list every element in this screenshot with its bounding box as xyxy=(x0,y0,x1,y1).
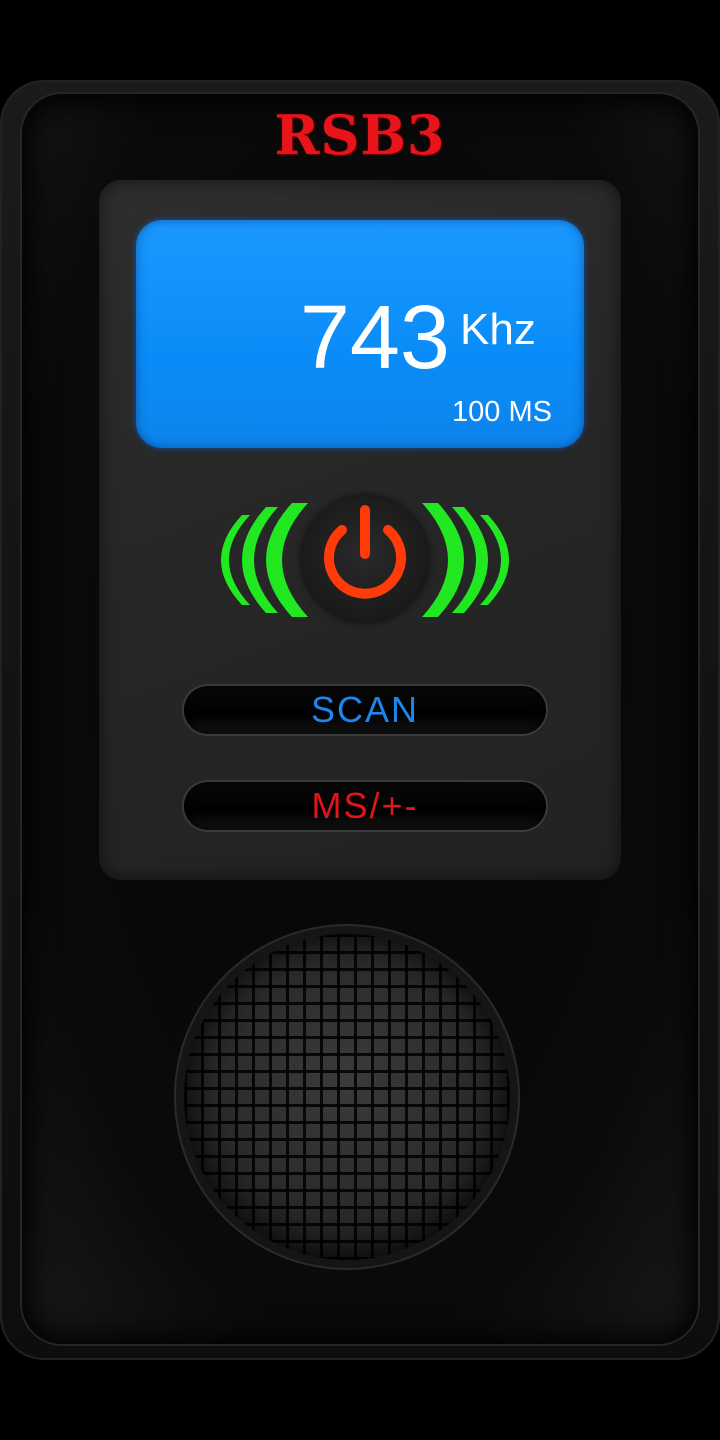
frequency-unit: Khz xyxy=(460,305,536,354)
ms-adjust-button[interactable]: MS/+- xyxy=(184,782,546,830)
power-button[interactable] xyxy=(302,496,428,622)
wave-right-3 xyxy=(422,503,464,617)
power-icon xyxy=(324,505,406,599)
scan-button[interactable]: SCAN xyxy=(184,686,546,734)
frequency-value: 743 xyxy=(299,288,450,388)
speaker-grille-icon xyxy=(184,934,510,1260)
brand-title: RSB3 xyxy=(274,103,446,167)
sweep-speed: 100 MS xyxy=(452,396,552,428)
